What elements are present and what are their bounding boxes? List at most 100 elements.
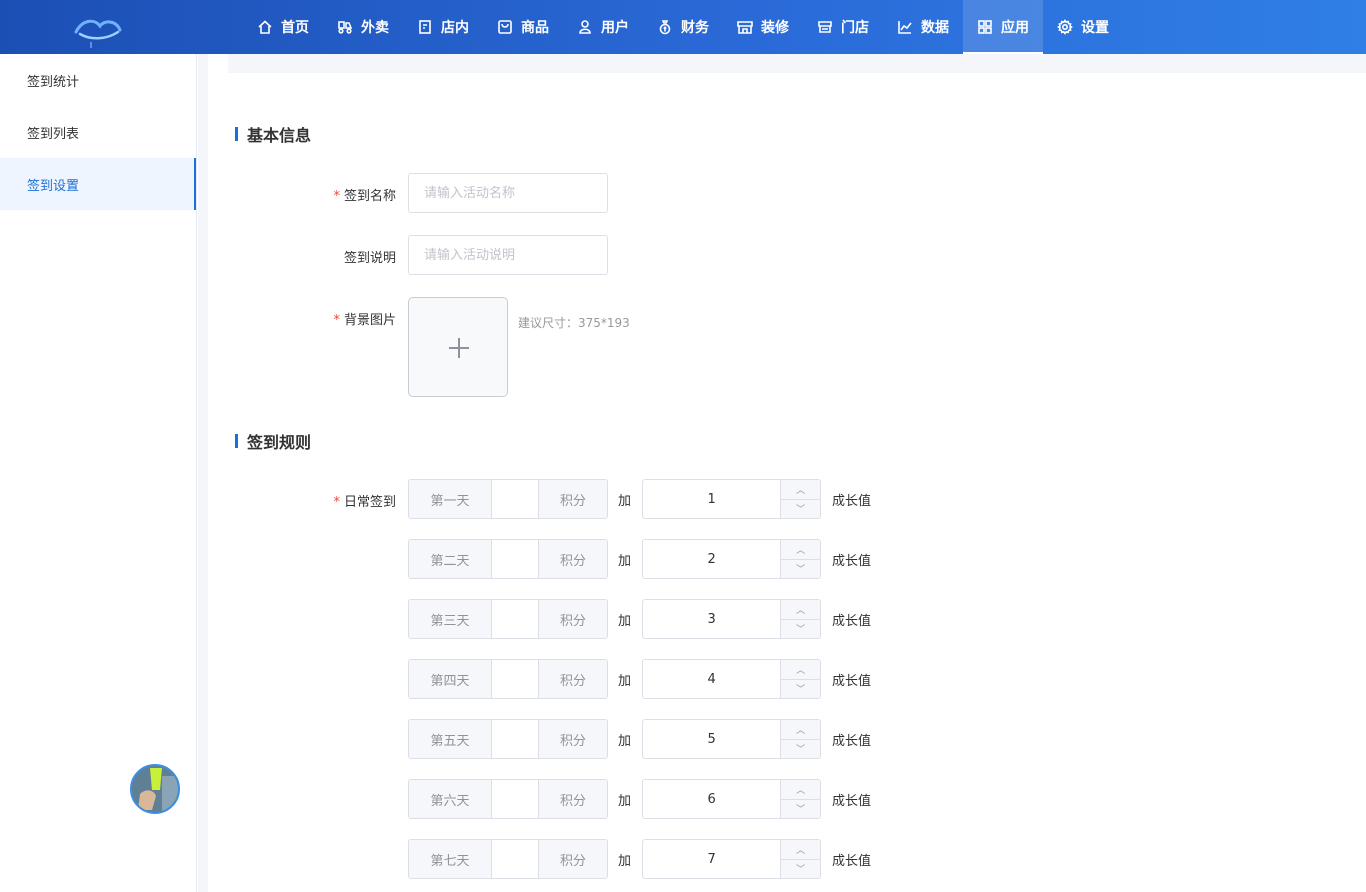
points-input-group: 第三天 积分 [408, 599, 608, 639]
rule-row-day-2: 第二天 积分 加 2 ︿ ﹀ 成长值 [408, 539, 888, 579]
day-label: 第一天 [409, 480, 492, 518]
cloud-logo-icon[interactable] [72, 10, 124, 50]
nav-item-finance[interactable]: 财务 [643, 0, 723, 54]
growth-stepper[interactable]: 5 ︿ ﹀ [642, 719, 821, 759]
nav-item-goods[interactable]: 商品 [483, 0, 563, 54]
growth-value[interactable]: 5 [643, 720, 782, 758]
chevron-up-icon[interactable]: ︿ [781, 540, 820, 560]
chevron-up-icon[interactable]: ︿ [781, 600, 820, 620]
chevron-down-icon[interactable]: ﹀ [781, 620, 820, 639]
section-title-text: 签到规则 [247, 433, 312, 452]
rule-row-day-5: 第五天 积分 加 5 ︿ ﹀ 成长值 [408, 719, 888, 759]
checkin-name-input[interactable] [408, 173, 608, 213]
day-label: 第二天 [409, 540, 492, 578]
points-suffix: 积分 [538, 540, 607, 578]
points-input[interactable] [492, 720, 538, 758]
required-asterisk: * [333, 313, 340, 328]
rule-row-day-1: 第一天 积分 加 1 ︿ ﹀ 成长值 [408, 479, 888, 519]
nav-item-delivery[interactable]: 外卖 [323, 0, 403, 54]
growth-value[interactable]: 2 [643, 540, 782, 578]
chevron-down-icon[interactable]: ﹀ [781, 740, 820, 759]
day-label: 第七天 [409, 840, 492, 878]
rule-row-day-6: 第六天 积分 加 6 ︿ ﹀ 成长值 [408, 779, 888, 819]
growth-value[interactable]: 1 [643, 480, 782, 518]
points-input-group: 第六天 积分 [408, 779, 608, 819]
chevron-up-icon[interactable]: ︿ [781, 720, 820, 740]
points-input[interactable] [492, 660, 538, 698]
growth-stepper[interactable]: 1 ︿ ﹀ [642, 479, 821, 519]
points-input[interactable] [492, 780, 538, 818]
nav-item-store[interactable]: 门店 [803, 0, 883, 54]
growth-stepper[interactable]: 4 ︿ ﹀ [642, 659, 821, 699]
sidebar-item-checkin-settings[interactable]: 签到设置 [0, 158, 196, 210]
image-upload-button[interactable] [408, 297, 508, 397]
checkin-desc-label-text: 签到说明 [343, 251, 396, 266]
growth-stepper[interactable]: 6 ︿ ﹀ [642, 779, 821, 819]
background-image-label: * 背景图片 [208, 309, 396, 328]
chevron-up-icon[interactable]: ︿ [781, 660, 820, 680]
section-accent-bar [235, 434, 238, 448]
growth-stepper[interactable]: 3 ︿ ﹀ [642, 599, 821, 639]
points-input-group: 第一天 积分 [408, 479, 608, 519]
gear-icon [1057, 19, 1073, 35]
dine-in-icon [419, 20, 431, 34]
sidebar-item-label: 签到设置 [27, 178, 80, 194]
section-accent-bar [235, 127, 238, 141]
nav-item-dine-in[interactable]: 店内 [403, 0, 483, 54]
chevron-down-icon[interactable]: ﹀ [781, 860, 820, 879]
nav-item-label: 应用 [1001, 20, 1029, 36]
plus-icon-vertical [458, 338, 460, 358]
growth-value[interactable]: 6 [643, 780, 782, 818]
nav-item-home[interactable]: 首页 [243, 0, 323, 54]
chevron-down-icon[interactable]: ﹀ [781, 500, 820, 519]
apps-icon [978, 20, 992, 34]
chevron-down-icon[interactable]: ﹀ [781, 680, 820, 699]
content-header-strip [228, 54, 1366, 73]
chevron-up-icon[interactable]: ︿ [781, 480, 820, 500]
add-text: 加 [618, 614, 632, 629]
goods-icon [498, 20, 512, 34]
points-input-group: 第五天 积分 [408, 719, 608, 759]
growth-value[interactable]: 7 [643, 840, 782, 878]
points-input[interactable] [492, 600, 538, 638]
nav-item-data[interactable]: 数据 [883, 0, 963, 54]
points-suffix: 积分 [538, 840, 607, 878]
growth-label: 成长值 [832, 494, 872, 509]
add-text: 加 [618, 674, 632, 689]
avatar[interactable] [130, 764, 180, 814]
rule-row-day-7: 第七天 积分 加 7 ︿ ﹀ 成长值 [408, 839, 888, 879]
growth-label: 成长值 [832, 794, 872, 809]
growth-label: 成长值 [832, 854, 872, 869]
growth-value[interactable]: 4 [643, 660, 782, 698]
nav-item-apps[interactable]: 应用 [963, 0, 1043, 54]
nav-item-settings[interactable]: 设置 [1043, 0, 1123, 54]
growth-stepper[interactable]: 2 ︿ ﹀ [642, 539, 821, 579]
nav-item-decoration[interactable]: 装修 [723, 0, 803, 54]
chevron-down-icon[interactable]: ﹀ [781, 560, 820, 579]
chevron-down-icon[interactable]: ﹀ [781, 800, 820, 819]
growth-label: 成长值 [832, 614, 872, 629]
day-label: 第六天 [409, 780, 492, 818]
home-icon [258, 20, 272, 34]
layout-gutter [198, 54, 208, 892]
chevron-up-icon[interactable]: ︿ [781, 780, 820, 800]
money-bag-icon [659, 20, 671, 35]
points-suffix: 积分 [538, 600, 607, 638]
points-input[interactable] [492, 540, 538, 578]
checkin-desc-input[interactable] [408, 235, 608, 275]
growth-value[interactable]: 3 [643, 600, 782, 638]
growth-stepper[interactable]: 7 ︿ ﹀ [642, 839, 821, 879]
nav-item-label: 装修 [761, 20, 789, 36]
growth-label: 成长值 [832, 674, 872, 689]
nav-item-label: 财务 [681, 20, 709, 36]
sidebar-item-checkin-list[interactable]: 签到列表 [0, 106, 196, 158]
sidebar-item-checkin-stats[interactable]: 签到统计 [0, 54, 196, 106]
sidebar-item-label: 签到列表 [27, 126, 80, 142]
points-input[interactable] [492, 840, 538, 878]
chevron-up-icon[interactable]: ︿ [781, 840, 820, 860]
points-suffix: 积分 [538, 720, 607, 758]
nav-item-user[interactable]: 用户 [563, 0, 643, 54]
checkin-desc-label: 签到说明 [208, 247, 396, 266]
points-input[interactable] [492, 480, 538, 518]
points-input-group: 第四天 积分 [408, 659, 608, 699]
